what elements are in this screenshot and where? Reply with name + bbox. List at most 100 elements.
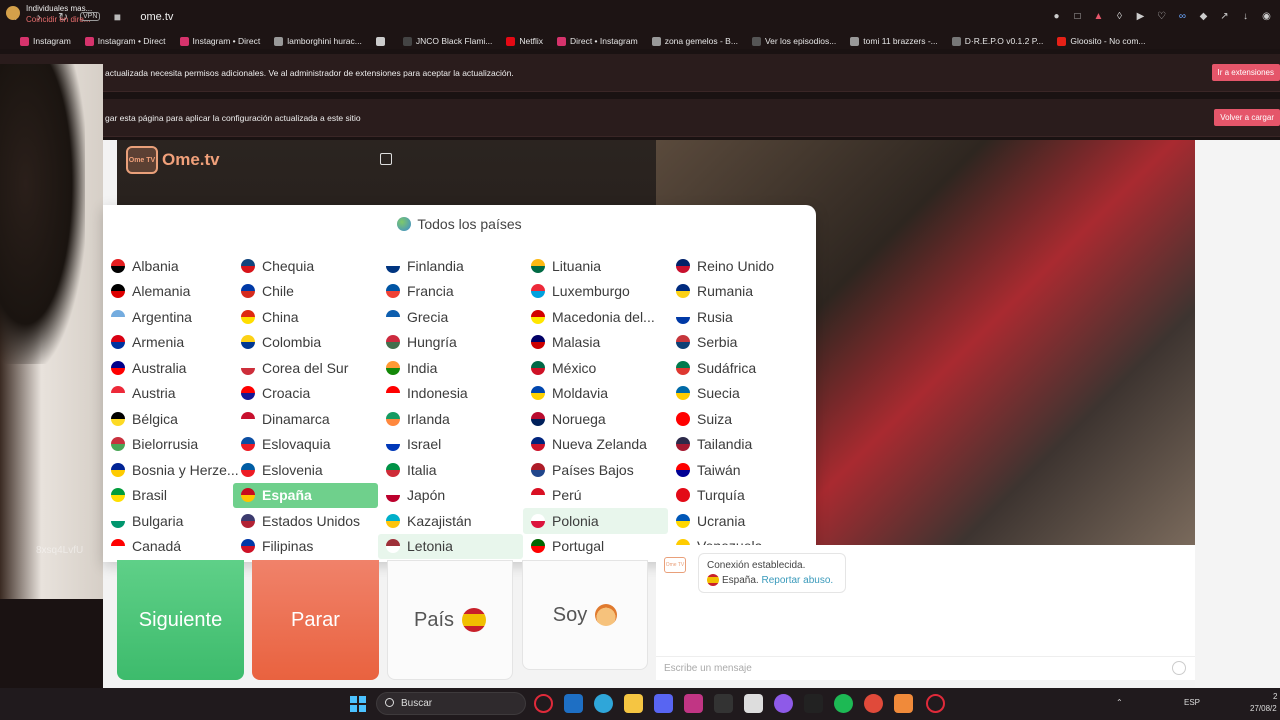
country-option[interactable]: Indonesia xyxy=(378,381,523,407)
app-icon[interactable] xyxy=(894,694,913,713)
outlook-icon[interactable] xyxy=(564,694,583,713)
go-to-extensions-button[interactable]: Ir a extensiones xyxy=(1211,64,1280,81)
country-option[interactable]: Argentina xyxy=(103,304,248,330)
country-option[interactable]: Eslovaquia xyxy=(233,432,378,458)
download-icon[interactable]: ↓ xyxy=(1240,11,1251,22)
country-option[interactable]: Reino Unido xyxy=(668,253,813,279)
country-option[interactable]: Eslovenia xyxy=(233,457,378,483)
country-option[interactable]: Israel xyxy=(378,432,523,458)
country-option[interactable]: Australia xyxy=(103,355,248,381)
bookmark-item[interactable]: Instagram xyxy=(20,36,71,46)
country-option[interactable]: Perú xyxy=(523,483,668,509)
pin-icon[interactable]: ● xyxy=(1051,11,1062,22)
tray-chevron-icon[interactable]: ⌃ xyxy=(1116,698,1123,707)
epic-games-2-icon[interactable] xyxy=(804,694,823,713)
heart-icon[interactable]: ♡ xyxy=(1156,11,1167,22)
country-option[interactable]: Tailandia xyxy=(668,432,813,458)
chrome-icon[interactable] xyxy=(864,694,883,713)
country-option[interactable]: Kazajistán xyxy=(378,508,523,534)
bookmark-item[interactable]: D·R.E.P.O v0.1.2 P... xyxy=(951,36,1043,46)
shield-icon[interactable]: ▲ xyxy=(1093,11,1104,22)
country-option[interactable]: Serbia xyxy=(668,330,813,356)
country-option[interactable]: Japón xyxy=(378,483,523,509)
country-option[interactable]: Armenia xyxy=(103,330,248,356)
country-option[interactable]: Bosnia y Herze... xyxy=(103,457,248,483)
country-option[interactable]: Brasil xyxy=(103,483,248,509)
spotify-icon[interactable] xyxy=(834,694,853,713)
tray-time[interactable]: 2 xyxy=(1273,692,1277,701)
country-option[interactable]: Estados Unidos xyxy=(233,508,378,534)
extension-icon[interactable]: ∞ xyxy=(1177,11,1188,22)
country-option[interactable]: Rumania xyxy=(668,279,813,305)
country-button[interactable]: País xyxy=(387,560,513,680)
opera-gx-2-icon[interactable] xyxy=(926,694,945,713)
country-option[interactable]: Nueva Zelanda xyxy=(523,432,668,458)
next-button[interactable]: Siguiente xyxy=(117,560,244,680)
play-icon[interactable]: ▶ xyxy=(1135,11,1146,22)
country-option[interactable]: Hungría xyxy=(378,330,523,356)
bookmark-item[interactable] xyxy=(375,36,389,46)
explorer-icon[interactable] xyxy=(624,694,643,713)
bookmark-item[interactable]: Ver los episodios... xyxy=(751,36,836,46)
share-icon[interactable]: ↗ xyxy=(1219,11,1230,22)
screenshot-icon[interactable]: □ xyxy=(1072,11,1083,22)
country-option[interactable]: Austria xyxy=(103,381,248,407)
message-input[interactable]: Escribe un mensaje xyxy=(656,656,1195,680)
stop-button[interactable]: Parar xyxy=(252,560,379,680)
country-option[interactable]: Portugal xyxy=(523,534,668,560)
country-option[interactable]: Taiwán xyxy=(668,457,813,483)
country-option[interactable]: Albania xyxy=(103,253,248,279)
country-option[interactable]: Letonia xyxy=(378,533,523,559)
country-option[interactable]: Croacia xyxy=(233,381,378,407)
country-option[interactable]: Grecia xyxy=(378,304,523,330)
all-countries-option[interactable]: Todos los países xyxy=(103,205,816,243)
url-field[interactable]: ome.tv xyxy=(140,11,173,23)
bookmark-item[interactable]: Direct • Instagram xyxy=(557,36,638,46)
country-option[interactable]: Alemania xyxy=(103,279,248,305)
opera-gx-icon[interactable] xyxy=(534,694,553,713)
tray-language[interactable]: ESP xyxy=(1184,698,1200,707)
bookmark-item[interactable]: JNCO Black Flami... xyxy=(402,36,492,46)
instagram-app-icon[interactable] xyxy=(684,694,703,713)
country-option[interactable]: México xyxy=(523,355,668,381)
country-option[interactable]: Países Bajos xyxy=(523,457,668,483)
taskbar-search[interactable]: Buscar xyxy=(376,692,526,715)
country-option[interactable]: Turquía xyxy=(668,483,813,509)
translate-icon[interactable]: ◊ xyxy=(1114,11,1125,22)
country-option[interactable]: Canadá xyxy=(103,534,248,560)
country-option[interactable]: Colombia xyxy=(233,330,378,356)
country-option[interactable]: Chequia xyxy=(233,253,378,279)
country-option[interactable]: Bielorrusia xyxy=(103,432,248,458)
country-option[interactable]: Ucrania xyxy=(668,508,813,534)
bookmark-item[interactable]: Netflix xyxy=(506,36,543,46)
edge-icon[interactable] xyxy=(594,694,613,713)
store-icon[interactable] xyxy=(744,694,763,713)
report-abuse-link[interactable]: Reportar abuso. xyxy=(761,575,833,586)
country-option[interactable]: Noruega xyxy=(523,406,668,432)
country-option[interactable]: Irlanda xyxy=(378,406,523,432)
tray-date[interactable]: 27/08/2 xyxy=(1250,704,1277,713)
country-option[interactable]: Luxemburgo xyxy=(523,279,668,305)
country-option[interactable]: Moldavia xyxy=(523,381,668,407)
puzzle-icon[interactable]: ◆ xyxy=(1198,11,1209,22)
emoji-icon[interactable] xyxy=(1172,661,1186,675)
gender-button[interactable]: Soy xyxy=(522,560,648,670)
epic-games-icon[interactable] xyxy=(714,694,733,713)
bookmark-item[interactable]: Gloosito - No com... xyxy=(1057,36,1145,46)
camera-icon[interactable]: ■ xyxy=(110,10,124,24)
country-option[interactable]: Finlandia xyxy=(378,253,523,279)
country-option[interactable]: Francia xyxy=(378,279,523,305)
country-option[interactable]: España xyxy=(233,482,378,508)
drop-icon[interactable] xyxy=(774,694,793,713)
country-option[interactable]: India xyxy=(378,355,523,381)
reload-button[interactable]: Volver a cargar xyxy=(1214,109,1280,126)
taskbar-notification[interactable]: Individuales mas... Coincidir en dire... xyxy=(6,3,92,25)
country-option[interactable]: Corea del Sur xyxy=(233,355,378,381)
bookmark-item[interactable]: Instagram • Direct xyxy=(179,36,260,46)
discord-icon[interactable] xyxy=(654,694,673,713)
country-option[interactable]: Bulgaria xyxy=(103,508,248,534)
country-option[interactable]: Dinamarca xyxy=(233,406,378,432)
bookmark-item[interactable]: tomi 11 brazzers -... xyxy=(850,36,938,46)
country-option[interactable]: Sudáfrica xyxy=(668,355,813,381)
country-option[interactable]: China xyxy=(233,304,378,330)
